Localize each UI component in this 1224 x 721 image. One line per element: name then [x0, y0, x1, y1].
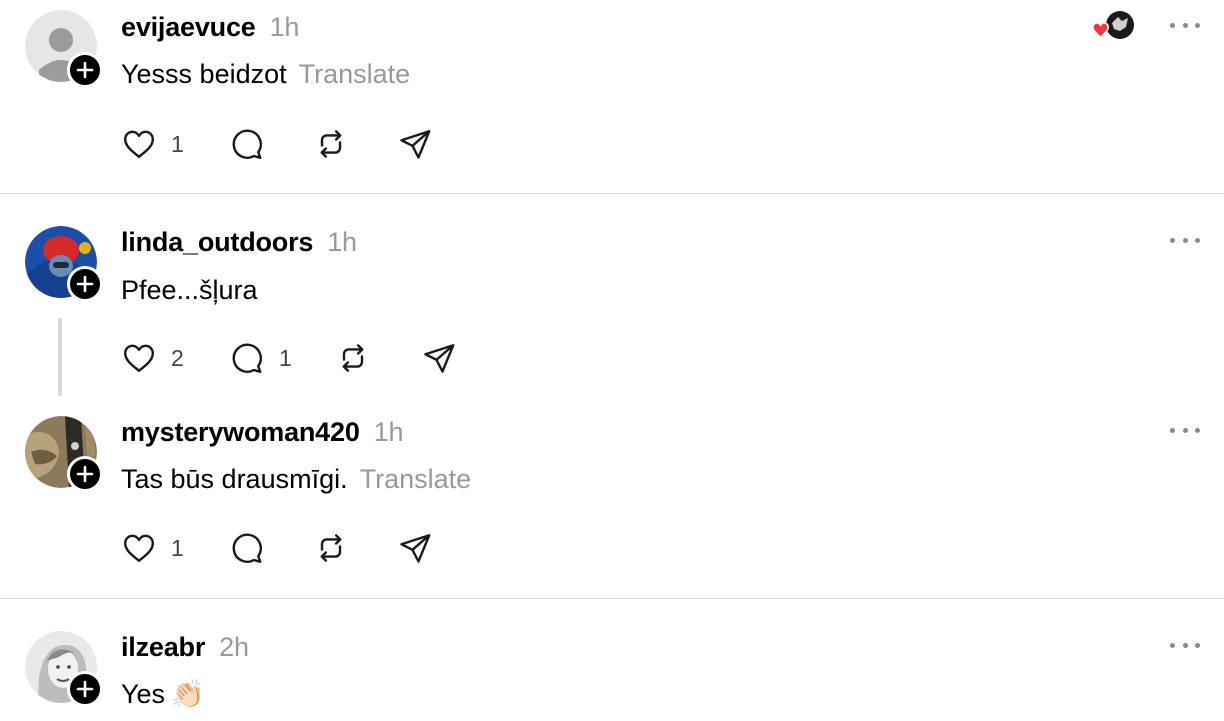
- more-icon: [1170, 427, 1175, 433]
- liked-by-avatar-icon: [1092, 11, 1134, 39]
- plus-icon: [76, 465, 94, 483]
- more-options-button[interactable]: [1170, 15, 1200, 35]
- like-count: 2: [171, 344, 184, 371]
- reply-button[interactable]: [229, 528, 265, 568]
- timestamp[interactable]: 1h: [374, 417, 404, 447]
- more-icon-dot: [1182, 642, 1188, 648]
- follow-button[interactable]: [67, 456, 103, 492]
- repost-icon: [342, 344, 364, 372]
- reply-button[interactable]: [229, 124, 265, 164]
- like-button[interactable]: 1: [121, 528, 184, 568]
- reply-count: 1: [279, 344, 292, 371]
- username-row: ilzeabr 2h: [121, 632, 249, 662]
- repost-button[interactable]: [313, 528, 349, 568]
- follow-button[interactable]: [67, 266, 103, 302]
- comment-icon: [232, 533, 262, 563]
- post-text-row: Yesss beidzot Translate: [121, 58, 410, 90]
- share-button[interactable]: [397, 528, 433, 568]
- timestamp[interactable]: 1h: [327, 227, 357, 257]
- post-text: Yesss beidzot: [121, 59, 287, 89]
- share-button[interactable]: [421, 338, 457, 378]
- heart-icon: [124, 534, 154, 562]
- translate-link[interactable]: Translate: [299, 59, 411, 89]
- thread-connector-line: [58, 318, 62, 396]
- repost-icon: [320, 130, 342, 158]
- repost-icon: [320, 534, 342, 562]
- more-icon-dot: [1195, 22, 1200, 28]
- send-icon: [400, 130, 431, 159]
- more-icon: [1170, 22, 1175, 28]
- more-options-button[interactable]: [1170, 230, 1200, 250]
- more-icon-dot: [1182, 22, 1188, 28]
- username-row: mysterywoman420 1h: [121, 417, 403, 447]
- post-text-row: Pfee...šļura: [121, 274, 258, 306]
- post-text-row: Yes 👏🏻: [121, 678, 205, 710]
- plus-icon: [76, 275, 94, 293]
- more-options-button[interactable]: [1170, 635, 1200, 655]
- more-icon-dot: [1195, 427, 1200, 433]
- post-text: Yes: [121, 679, 166, 709]
- heart-icon: [124, 130, 154, 158]
- reply-button[interactable]: 1: [229, 338, 292, 378]
- more-icon: [1170, 237, 1175, 243]
- more-icon-dot: [1195, 237, 1200, 243]
- more-icon: [1170, 642, 1175, 648]
- liked-by-indicator[interactable]: [1090, 9, 1138, 43]
- username-row: evijaevuce 1h: [121, 12, 299, 42]
- post-evijaevuce: evijaevuce 1h Yesss beidzot Translate 1: [0, 0, 1224, 193]
- heart-icon: [124, 344, 154, 372]
- username[interactable]: mysterywoman420: [121, 417, 360, 447]
- translate-link[interactable]: Translate: [360, 464, 472, 494]
- comment-icon: [232, 343, 262, 373]
- post-text-row: Tas būs drausmīgi. Translate: [121, 463, 471, 495]
- like-button[interactable]: 2: [121, 338, 184, 378]
- like-count: 1: [171, 534, 184, 561]
- username[interactable]: evijaevuce: [121, 12, 256, 42]
- comment-icon: [232, 129, 262, 159]
- send-icon: [424, 344, 455, 373]
- timestamp[interactable]: 2h: [219, 632, 249, 662]
- timestamp[interactable]: 1h: [270, 12, 300, 42]
- clapping-hands-emoji: 👏🏻: [171, 679, 205, 709]
- more-icon-dot: [1182, 427, 1188, 433]
- post-mysterywoman420: mysterywoman420 1h Tas būs drausmīgi. Tran…: [0, 398, 1224, 598]
- plus-icon: [76, 61, 94, 79]
- follow-button[interactable]: [67, 52, 103, 88]
- username[interactable]: ilzeabr: [121, 632, 205, 662]
- post-linda-outdoors: linda_outdoors 1h Pfee...šļura 2 1: [0, 194, 1224, 396]
- like-count: 1: [171, 130, 184, 157]
- username[interactable]: linda_outdoors: [121, 227, 313, 257]
- post-text: Tas būs drausmīgi.: [121, 464, 348, 494]
- post-text: Pfee...šļura: [121, 275, 258, 305]
- more-options-button[interactable]: [1170, 420, 1200, 440]
- like-button[interactable]: 1: [121, 124, 184, 164]
- post-ilzeabr: ilzeabr 2h Yes 👏🏻: [0, 599, 1224, 721]
- follow-button[interactable]: [67, 671, 103, 707]
- send-icon: [400, 534, 431, 563]
- share-button[interactable]: [397, 124, 433, 164]
- repost-button[interactable]: [313, 124, 349, 164]
- username-row: linda_outdoors 1h: [121, 227, 357, 257]
- repost-button[interactable]: [335, 338, 371, 378]
- more-icon-dot: [1195, 642, 1200, 648]
- more-icon-dot: [1182, 237, 1188, 243]
- plus-icon: [76, 680, 94, 698]
